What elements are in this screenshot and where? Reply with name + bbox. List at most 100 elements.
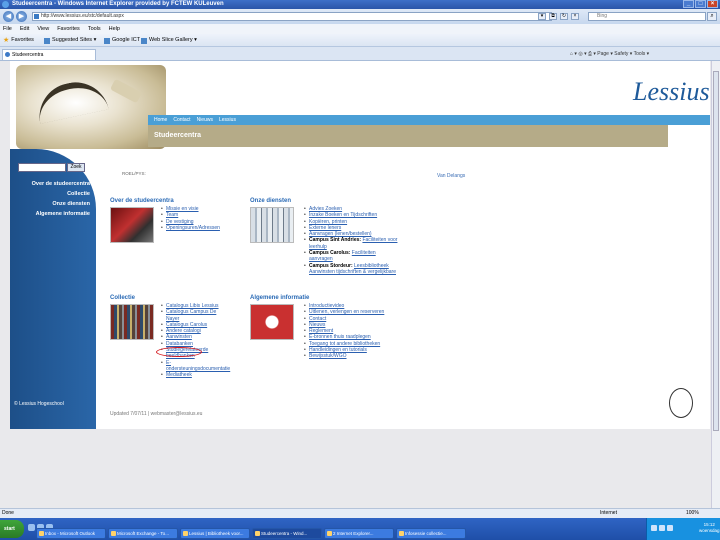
section-over-title[interactable]: Over de studeercentra xyxy=(110,198,174,204)
nav-contact[interactable]: Contact xyxy=(173,115,190,125)
task-buttons: Inbox - Microsoft Outlook Microsoft Exch… xyxy=(36,528,466,539)
language-link[interactable]: Van Delangs xyxy=(437,173,465,179)
forward-button[interactable]: ▶ xyxy=(16,11,27,22)
list-item[interactable]: Mediatheek xyxy=(161,372,231,379)
site-copyright: © Lessius Hogeschool xyxy=(14,401,64,407)
network-icon[interactable] xyxy=(651,525,657,531)
section-diensten-image xyxy=(250,207,294,243)
menu-tools[interactable]: Tools xyxy=(88,24,101,34)
menu-view[interactable]: View xyxy=(37,24,49,34)
sidebar-item-algemeen[interactable]: Algemene informatie xyxy=(32,209,90,219)
section-collectie-image xyxy=(110,304,154,340)
list-item[interactable]: E-ondersteuningsdocumentatie xyxy=(161,360,231,373)
task-studeercentra[interactable]: Studeercentra - Wind... xyxy=(252,528,322,539)
vertical-scrollbar[interactable] xyxy=(711,61,720,508)
url-field[interactable]: http://www.lessius.eu/stc/default.aspx xyxy=(32,12,552,21)
sidebar-item-diensten[interactable]: Onze diensten xyxy=(32,199,90,209)
feeds-icon[interactable]: ◎ ▾ xyxy=(578,51,586,57)
back-button[interactable]: ◀ xyxy=(3,11,14,22)
nav-nieuws[interactable]: Nieuws xyxy=(197,115,213,125)
nav-home[interactable]: Home xyxy=(154,115,167,125)
banner-book-image xyxy=(16,65,166,149)
sidebar-item-collectie[interactable]: Collectie xyxy=(32,189,90,199)
app-icon xyxy=(111,531,116,536)
lessius-seal-logo xyxy=(669,388,693,418)
task-infosessie[interactable]: Infosessie collectie... xyxy=(396,528,466,539)
command-bar[interactable]: ⌂ ▾ ◎ ▾ ⎙ ▾ Page ▾ Safety ▾ Tools ▾ xyxy=(570,48,649,60)
status-bar: Done Internet 100% xyxy=(0,508,720,518)
list-item[interactable]: Campus Carolus: Faciliteitenaanvragen xyxy=(304,250,424,263)
security-icon[interactable] xyxy=(667,525,673,531)
page-icon xyxy=(34,14,39,19)
scrollbar-thumb[interactable] xyxy=(713,71,719,431)
fav-suggested-sites[interactable]: Suggested Sites ▾ xyxy=(44,34,96,47)
sidebar-item-over[interactable]: Over de studeercentra xyxy=(32,179,90,189)
clock-day: woensdag xyxy=(699,528,720,533)
menu-favorites[interactable]: Favorites xyxy=(57,24,80,34)
breadcrumb: ROEL/PYS: xyxy=(122,171,146,176)
website: Lessius Home Contact Nieuws Lessius Stud… xyxy=(10,61,710,429)
maximize-button[interactable]: □ xyxy=(695,0,706,8)
page-icon xyxy=(5,52,10,57)
list-item[interactable]: Bewijsstuk/WGO xyxy=(304,353,424,360)
quick-launch-icon[interactable] xyxy=(28,524,35,531)
menu-file[interactable]: File xyxy=(3,24,12,34)
section-algemeen-title[interactable]: Algemene informatie xyxy=(250,295,309,301)
site-icon xyxy=(44,37,50,44)
close-button[interactable]: × xyxy=(707,0,718,8)
section-diensten-title[interactable]: Onze diensten xyxy=(250,198,291,204)
site-logo[interactable]: Lessius xyxy=(633,77,710,107)
tab-studeercentra[interactable]: Studeercentra xyxy=(2,49,96,60)
favorites-bar: ★ Favorites Suggested Sites ▾ Google ICT… xyxy=(0,34,720,47)
site-sidebar: Zoek Over de studeercentra Collectie Onz… xyxy=(10,149,96,429)
dropdown-icon[interactable]: ▾ xyxy=(538,13,546,20)
volume-icon[interactable] xyxy=(659,525,665,531)
annotation-ellipse xyxy=(156,347,202,357)
nav-lessius[interactable]: Lessius xyxy=(219,115,236,125)
fav-google[interactable]: Google ICT xyxy=(104,34,140,47)
favorites-button[interactable]: ★ Favorites xyxy=(3,34,34,47)
minimize-button[interactable]: _ xyxy=(683,0,694,8)
clock[interactable]: 15:12 woensdag xyxy=(699,522,720,534)
tab-row: Studeercentra ⌂ ▾ ◎ ▾ ⎙ ▾ Page ▾ Safety … xyxy=(0,47,720,61)
section-over-links: Missie en visie Team De vestiging Openin… xyxy=(161,206,220,231)
url-text: http://www.lessius.eu/stc/default.aspx xyxy=(41,13,124,19)
window-title: Studeercentra - Windows Internet Explore… xyxy=(12,1,224,7)
task-lessius[interactable]: Lessius | Bibliotheek voor... xyxy=(180,528,250,539)
menu-edit[interactable]: Edit xyxy=(20,24,29,34)
menu-help[interactable]: Help xyxy=(109,24,120,34)
windows-taskbar: start Inbox - Microsoft Outlook Microsof… xyxy=(0,518,720,540)
site-search-button[interactable]: Zoek xyxy=(67,163,85,172)
security-zone[interactable]: Internet xyxy=(600,509,617,518)
fav-web-slice[interactable]: Web Slice Gallery ▾ xyxy=(141,34,197,47)
task-exchange[interactable]: Microsoft Exchange - To... xyxy=(108,528,178,539)
compat-icon[interactable]: ⧉ xyxy=(549,13,557,20)
search-input[interactable]: Bing xyxy=(588,12,706,21)
section-diensten-links: Advies Zoeken Inzake Boeken en Tijdschri… xyxy=(304,206,424,275)
search-icon[interactable]: ⌕ xyxy=(707,12,717,21)
section-collectie-links: Catalogus Libis Lessius Catalogus Campus… xyxy=(161,303,231,379)
section-collectie-title[interactable]: Collectie xyxy=(110,295,135,301)
zoom-level[interactable]: 100% xyxy=(686,509,699,518)
search-placeholder: Bing xyxy=(597,13,608,19)
fav-label: Google ICT xyxy=(112,37,141,43)
tab-label: Studeercentra xyxy=(12,52,44,58)
app-icon xyxy=(255,531,260,536)
star-icon: ★ xyxy=(3,37,10,44)
task-outlook[interactable]: Inbox - Microsoft Outlook xyxy=(36,528,106,539)
site-search-input[interactable] xyxy=(18,163,66,172)
list-item[interactable]: Campus Stordeur: LeesbibliotheekAanwinst… xyxy=(304,263,424,276)
app-icon xyxy=(39,531,44,536)
list-item[interactable]: Openingsuren/Adressen xyxy=(161,225,220,232)
print-icon[interactable]: ⎙ ▾ xyxy=(588,51,596,57)
list-item[interactable]: Campus Sint Andries: Faciliteiten voorle… xyxy=(304,237,424,250)
stop-icon[interactable]: × xyxy=(571,13,579,20)
task-internet-explorer[interactable]: 2 Internet Explorer... xyxy=(324,528,394,539)
refresh-icon[interactable]: ↻ xyxy=(560,13,568,20)
start-button[interactable]: start xyxy=(0,520,24,538)
window-titlebar: Studeercentra - Windows Internet Explore… xyxy=(0,0,720,9)
home-icon[interactable]: ⌂ ▾ xyxy=(570,51,577,57)
command-labels[interactable]: Page ▾ Safety ▾ Tools ▾ xyxy=(597,51,649,57)
app-icon xyxy=(327,531,332,536)
list-item[interactable]: Catalogus Campus De Nayer xyxy=(161,309,231,322)
